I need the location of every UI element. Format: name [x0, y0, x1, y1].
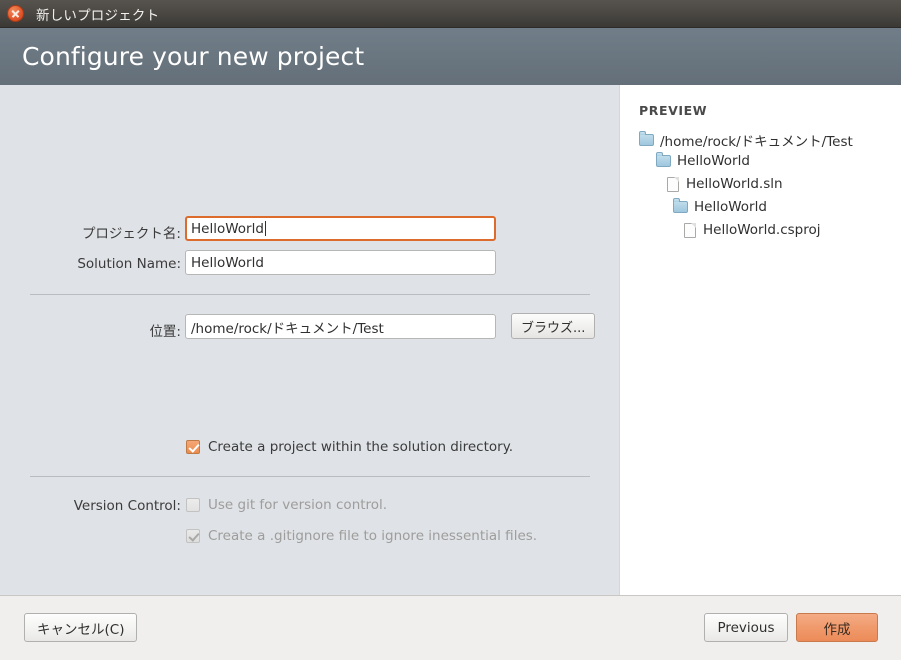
browse-button[interactable]: ブラウズ... [511, 313, 596, 339]
separator-2 [30, 476, 590, 477]
dialog-footer: キャンセル(C) Previous 作成 [0, 596, 901, 660]
tree-item-csproj-file[interactable]: HelloWorld.csproj [684, 222, 821, 238]
preview-heading: PREVIEW [639, 103, 708, 118]
location-input[interactable]: /home/rock/ドキュメント/Test [185, 314, 496, 339]
solution-name-value: HelloWorld [191, 254, 264, 271]
dialog-content: プロジェクト名: HelloWorld Solution Name: Hello… [0, 85, 901, 596]
version-control-label: Version Control: [73, 498, 181, 514]
tree-item-root[interactable]: /home/rock/ドキュメント/Test [639, 130, 853, 150]
close-icon[interactable] [7, 5, 24, 22]
window-titlebar: 新しいプロジェクト [0, 0, 901, 28]
tree-item-label: HelloWorld.sln [686, 176, 783, 192]
text-caret [264, 221, 266, 236]
gitignore-checkbox: Create a .gitignore file to ignore iness… [186, 528, 537, 544]
solution-name-input[interactable]: HelloWorld [185, 250, 496, 275]
preview-panel: PREVIEW /home/rock/ドキュメント/Test HelloWorl… [621, 85, 901, 595]
separator-1 [30, 294, 590, 295]
create-in-solution-dir-checkbox[interactable]: Create a project within the solution dir… [186, 439, 513, 455]
cancel-button[interactable]: キャンセル(C) [24, 613, 138, 642]
use-git-label: Use git for version control. [208, 497, 388, 513]
project-name-value: HelloWorld [191, 220, 264, 237]
project-name-input[interactable]: HelloWorld [185, 216, 496, 241]
tree-item-sln-file[interactable]: HelloWorld.sln [667, 176, 783, 192]
checkbox-icon-unchecked [186, 498, 200, 512]
new-project-dialog: 新しいプロジェクト Configure your new project プロジ… [0, 0, 901, 660]
location-value: /home/rock/ドキュメント/Test [191, 320, 384, 337]
tree-item-label: HelloWorld [677, 153, 750, 169]
create-in-solution-dir-label: Create a project within the solution dir… [208, 439, 514, 455]
create-button[interactable]: 作成 [796, 613, 878, 642]
window-title: 新しいプロジェクト [36, 7, 160, 24]
location-label: 位置: [149, 324, 181, 340]
folder-icon [673, 198, 688, 213]
tree-item-solution-folder[interactable]: HelloWorld [656, 152, 750, 169]
dialog-header: Configure your new project [0, 28, 901, 85]
tree-item-project-folder[interactable]: HelloWorld [673, 198, 767, 215]
checkbox-icon-checked-disabled [186, 529, 200, 543]
file-icon [684, 222, 696, 238]
previous-button[interactable]: Previous [704, 613, 788, 642]
tree-item-label: HelloWorld.csproj [703, 222, 821, 238]
solution-name-label: Solution Name: [77, 256, 181, 272]
checkbox-icon-checked [186, 440, 200, 454]
project-name-label: プロジェクト名: [81, 226, 181, 242]
configuration-form-panel: プロジェクト名: HelloWorld Solution Name: Hello… [0, 85, 620, 595]
tree-item-label: /home/rock/ドキュメント/Test [660, 134, 853, 150]
folder-icon [639, 131, 654, 146]
page-title: Configure your new project [22, 42, 365, 71]
use-git-checkbox: Use git for version control. [186, 497, 387, 513]
file-icon [667, 176, 679, 192]
tree-item-label: HelloWorld [694, 199, 767, 215]
gitignore-label: Create a .gitignore file to ignore iness… [208, 528, 538, 544]
folder-icon [656, 152, 671, 167]
